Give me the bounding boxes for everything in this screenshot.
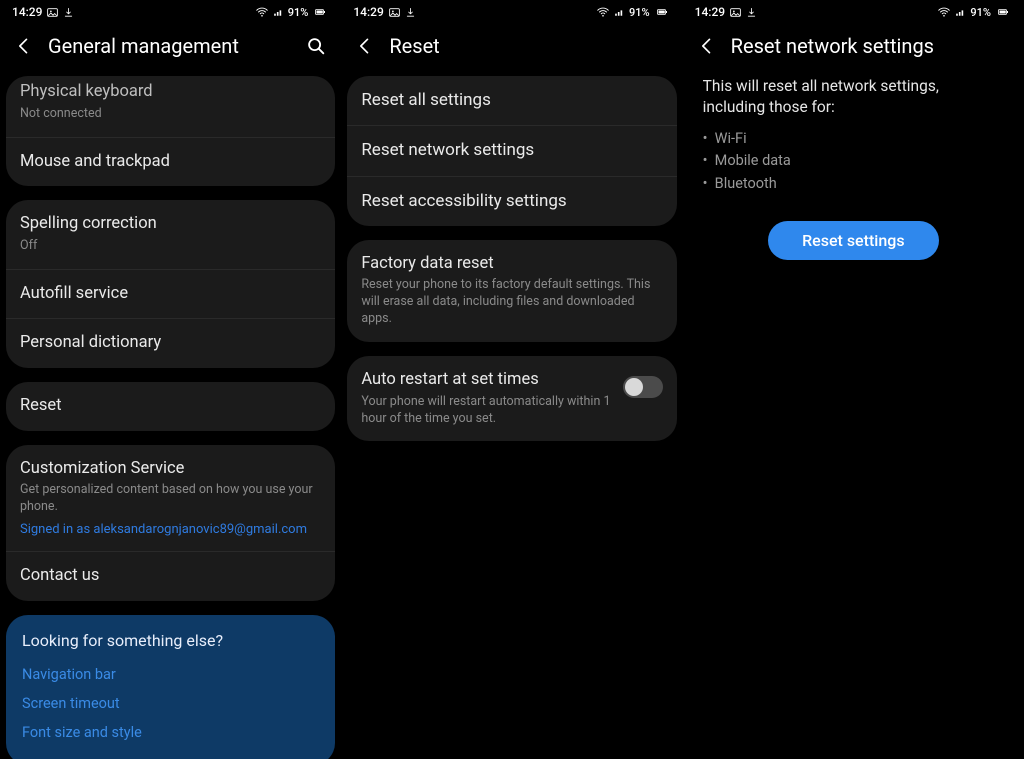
page-title: Reset [389, 34, 668, 58]
item-reset-accessibility-settings[interactable]: Reset accessibility settings [347, 176, 676, 226]
item-title: Reset all settings [361, 90, 662, 111]
item-reset-network-settings[interactable]: Reset network settings [347, 125, 676, 175]
list-item: Mobile data [703, 150, 1004, 172]
page-title: Reset network settings [731, 34, 1010, 58]
back-button[interactable] [697, 36, 717, 56]
signal-icon [954, 6, 967, 19]
item-title: Spelling correction [20, 214, 321, 235]
status-time: 14:29 [353, 5, 383, 19]
item-title: Auto restart at set times [361, 370, 612, 391]
battery-icon [311, 6, 329, 18]
item-title: Autofill service [20, 284, 321, 305]
item-subtitle: Reset your phone to its factory default … [361, 277, 662, 328]
group-reset: Reset [6, 382, 335, 431]
gallery-icon [729, 6, 742, 19]
status-battery-pct: 91% [629, 6, 650, 19]
reset-network-description: This will reset all network settings, in… [703, 76, 1004, 118]
item-auto-restart[interactable]: Auto restart at set times Your phone wil… [347, 356, 676, 441]
item-subtitle: Not connected [20, 106, 321, 123]
item-title: Factory data reset [361, 254, 662, 275]
screen-reset: 14:29 91% Reset Reset all settings Reset… [341, 0, 682, 759]
gallery-icon [388, 6, 401, 19]
item-title: Contact us [20, 566, 321, 587]
suggestion-link-navigation-bar[interactable]: Navigation bar [22, 660, 319, 689]
search-button[interactable] [305, 35, 327, 57]
item-personal-dictionary[interactable]: Personal dictionary [6, 318, 335, 368]
item-mouse-trackpad[interactable]: Mouse and trackpad [6, 137, 335, 187]
status-time: 14:29 [695, 5, 725, 19]
group-input-devices: Physical keyboard Not connected Mouse an… [6, 76, 335, 186]
header: Reset network settings [683, 24, 1024, 76]
download-icon [746, 7, 757, 18]
suggestions-heading: Looking for something else? [22, 631, 319, 650]
gallery-icon [46, 6, 59, 19]
group-services: Customization Service Get personalized c… [6, 445, 335, 601]
item-title: Reset [20, 396, 321, 417]
list-item: Wi-Fi [703, 128, 1004, 150]
status-bar: 14:29 91% [0, 0, 341, 24]
screen-reset-network-settings: 14:29 91% Reset network settings This wi… [683, 0, 1024, 759]
status-bar: 14:29 91% [683, 0, 1024, 24]
battery-icon [653, 6, 671, 18]
status-time: 14:29 [12, 5, 42, 19]
page-title: General management [48, 34, 291, 58]
item-autofill-service[interactable]: Autofill service [6, 269, 335, 319]
item-customization-service[interactable]: Customization Service Get personalized c… [6, 445, 335, 551]
header: Reset [341, 24, 682, 76]
signal-icon [613, 6, 626, 19]
download-icon [405, 7, 416, 18]
item-title: Customization Service [20, 459, 321, 480]
group-reset-options: Reset all settings Reset network setting… [347, 76, 676, 226]
status-bar: 14:29 91% [341, 0, 682, 24]
screen-general-management: 14:29 91% General management Physical ke… [0, 0, 341, 759]
wifi-icon [255, 5, 269, 19]
suggestion-link-screen-timeout[interactable]: Screen timeout [22, 689, 319, 718]
reset-network-list: Wi-Fi Mobile data Bluetooth [703, 128, 1004, 195]
item-subtitle: Your phone will restart automatically wi… [361, 394, 612, 428]
item-reset-all-settings[interactable]: Reset all settings [347, 76, 676, 125]
item-title: Physical keyboard [20, 82, 321, 103]
item-factory-data-reset[interactable]: Factory data reset Reset your phone to i… [347, 240, 676, 342]
wifi-icon [937, 5, 951, 19]
suggestion-link-font-size[interactable]: Font size and style [22, 718, 319, 747]
item-subtitle: Off [20, 238, 321, 255]
item-title: Reset accessibility settings [361, 191, 662, 212]
item-contact-us[interactable]: Contact us [6, 551, 335, 601]
battery-icon [994, 6, 1012, 18]
auto-restart-toggle[interactable] [623, 376, 663, 398]
download-icon [63, 7, 74, 18]
list-item: Bluetooth [703, 173, 1004, 195]
item-account-link[interactable]: Signed in as aleksandarognjanovic89@gmai… [20, 522, 321, 537]
reset-settings-button[interactable]: Reset settings [768, 221, 939, 260]
group-auto-restart: Auto restart at set times Your phone wil… [347, 356, 676, 441]
item-spelling-correction[interactable]: Spelling correction Off [6, 200, 335, 269]
signal-icon [272, 6, 285, 19]
header: General management [0, 24, 341, 76]
wifi-icon [596, 5, 610, 19]
back-button[interactable] [14, 36, 34, 56]
status-battery-pct: 91% [288, 6, 309, 19]
item-title: Mouse and trackpad [20, 152, 321, 173]
item-subtitle: Get personalized content based on how yo… [20, 482, 321, 516]
item-title: Reset network settings [361, 140, 662, 161]
suggestions-card: Looking for something else? Navigation b… [6, 615, 335, 759]
group-factory-reset: Factory data reset Reset your phone to i… [347, 240, 676, 342]
back-button[interactable] [355, 36, 375, 56]
status-battery-pct: 91% [970, 6, 991, 19]
item-physical-keyboard[interactable]: Physical keyboard Not connected [6, 76, 335, 137]
item-title: Personal dictionary [20, 333, 321, 354]
item-reset[interactable]: Reset [6, 382, 335, 431]
group-text-input: Spelling correction Off Autofill service… [6, 200, 335, 368]
